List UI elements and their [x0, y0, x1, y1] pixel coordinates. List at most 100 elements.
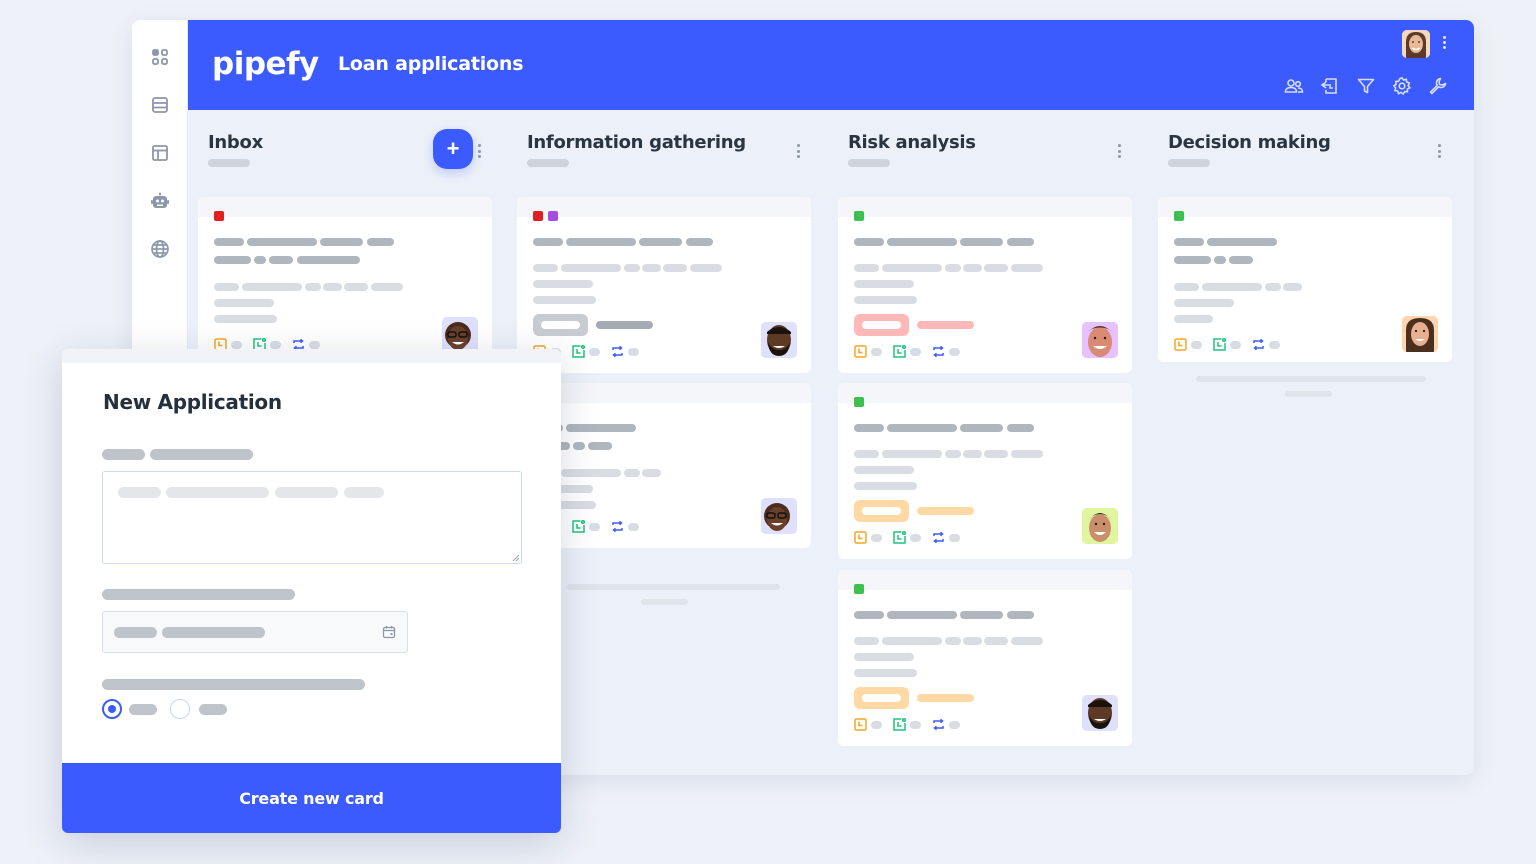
field-label	[102, 679, 365, 690]
user-avatar[interactable]	[1402, 30, 1430, 58]
label-green	[1174, 211, 1184, 221]
pipe-header: pipefy Loan applications	[188, 20, 1474, 110]
sidebar-item-pipes[interactable]	[148, 141, 172, 165]
card-labels	[854, 397, 864, 407]
card-assignee-avatar	[442, 317, 478, 353]
field-label	[150, 449, 253, 460]
phase-card-count	[1168, 159, 1210, 167]
label-green	[854, 397, 864, 407]
create-new-card-button[interactable]: Create new card	[62, 763, 561, 833]
globe-icon	[151, 240, 169, 258]
phase-options-button[interactable]	[795, 144, 801, 160]
calendar-icon[interactable]	[382, 625, 396, 639]
card-labels	[854, 584, 864, 594]
settings-gear-icon	[1392, 76, 1411, 96]
card[interactable]	[517, 383, 811, 548]
pipefy-logo[interactable]: pipefy	[212, 46, 319, 82]
resize-handle-icon[interactable]	[512, 554, 519, 561]
filter-button[interactable]	[1356, 76, 1376, 96]
phase-title: Decision making	[1168, 132, 1331, 153]
layout-icon	[152, 145, 168, 161]
phase-options-button[interactable]	[1436, 144, 1442, 160]
card[interactable]	[838, 570, 1132, 746]
card-assignee-avatar	[1082, 695, 1118, 731]
sidebar-item-portals[interactable]	[148, 237, 172, 261]
pipe-title: Loan applications	[338, 53, 524, 75]
phase-title: Inbox	[208, 132, 263, 153]
pipe-toolbar	[1284, 76, 1448, 96]
refresh-cycle-icon	[612, 520, 623, 533]
phase-card-count	[848, 159, 890, 167]
card-assignee-avatar	[1082, 322, 1118, 358]
phase-options-button[interactable]	[1116, 144, 1122, 160]
database-icon	[152, 97, 168, 113]
refresh-cycle-icon	[933, 531, 944, 544]
late-card-icon	[572, 520, 585, 533]
card-meta	[854, 531, 971, 544]
members-icon	[1284, 79, 1304, 93]
card-tag	[854, 687, 909, 709]
due-date-clock-icon	[1174, 338, 1187, 351]
sidebar-item-databases[interactable]	[148, 93, 172, 117]
column-footer-placeholder	[1196, 376, 1426, 382]
phase-column-decision-making: Decision making	[1148, 110, 1468, 775]
phase-column-risk-analysis: Risk analysis	[828, 110, 1148, 775]
phase-card-count	[208, 159, 250, 167]
label-purple	[548, 211, 558, 221]
field-label	[102, 449, 145, 460]
label-red	[214, 211, 224, 221]
refresh-cycle-icon	[1253, 338, 1264, 351]
radio-option-label	[129, 704, 157, 715]
due-date-clock-icon	[854, 345, 867, 358]
radio-option-1[interactable]	[102, 699, 122, 719]
card[interactable]	[838, 197, 1132, 373]
card-labels	[1174, 211, 1184, 221]
card-labels	[214, 211, 224, 221]
import-button[interactable]	[1320, 76, 1340, 96]
phase-card-count	[527, 159, 569, 167]
card-assignee-avatar	[761, 498, 797, 534]
date-input[interactable]	[102, 611, 408, 653]
card[interactable]	[1158, 197, 1452, 362]
label-green	[854, 584, 864, 594]
radio-option-label	[199, 704, 227, 715]
late-card-icon	[893, 531, 906, 544]
card-tag	[533, 314, 588, 336]
card-labels	[533, 211, 558, 221]
settings-button[interactable]	[1392, 76, 1412, 96]
dashboard-grid-icon	[152, 49, 168, 65]
card-meta	[854, 345, 971, 358]
phase-title: Information gathering	[527, 132, 746, 153]
form-title: New Application	[103, 390, 282, 414]
card-meta	[1174, 338, 1291, 351]
members-button[interactable]	[1284, 76, 1304, 96]
description-textarea[interactable]	[102, 471, 522, 564]
late-card-icon	[1213, 338, 1226, 351]
radio-option-2[interactable]	[170, 699, 190, 719]
label-red	[533, 211, 543, 221]
more-options-button[interactable]	[1440, 36, 1448, 52]
tools-button[interactable]	[1428, 76, 1448, 96]
card-labels	[854, 211, 864, 221]
card-assignee-avatar	[1082, 508, 1118, 544]
card-meta	[854, 718, 971, 731]
card[interactable]	[517, 197, 811, 373]
phase-options-button[interactable]	[476, 144, 482, 160]
late-card-icon	[893, 718, 906, 731]
filter-icon	[1357, 78, 1375, 94]
add-card-button[interactable]: +	[433, 129, 473, 169]
card[interactable]	[838, 383, 1132, 559]
due-date-clock-icon	[854, 531, 867, 544]
phase-title: Risk analysis	[848, 132, 976, 153]
label-green	[854, 211, 864, 221]
sidebar-item-automations[interactable]	[148, 189, 172, 213]
robot-icon	[151, 192, 169, 208]
refresh-cycle-icon	[933, 718, 944, 731]
column-footer-placeholder	[567, 584, 780, 590]
late-card-icon	[893, 345, 906, 358]
refresh-cycle-icon	[612, 345, 623, 358]
card-assignee-avatar	[1402, 316, 1438, 352]
column-footer-placeholder	[1285, 391, 1332, 397]
sidebar-item-dashboard[interactable]	[148, 45, 172, 69]
woman-portrait-icon	[1402, 30, 1430, 58]
